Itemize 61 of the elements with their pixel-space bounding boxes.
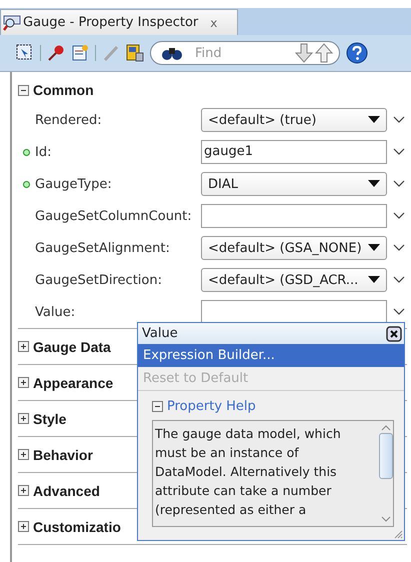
section-title[interactable]: Common [33,82,94,98]
dropdown-arrow-icon [368,116,380,124]
chevron-down-icon[interactable] [393,276,405,284]
section-title[interactable]: Advanced [33,482,100,498]
dropdown[interactable]: <default> (GSD_ACR... [201,268,387,292]
help-icon[interactable] [346,42,368,64]
pin-icon[interactable] [47,44,65,62]
expander[interactable] [152,401,163,412]
select-icon[interactable] [16,44,34,62]
dropdown[interactable]: DIAL [201,172,387,196]
close-icon[interactable] [386,326,402,342]
section-title[interactable]: Behavior [33,446,93,462]
arrow-up-icon[interactable] [315,43,333,63]
save-icon[interactable] [126,44,144,62]
expander[interactable] [18,377,29,388]
scroll-up-icon[interactable] [381,425,391,431]
property-label: GaugeType: [35,176,113,192]
tab-title: Gauge - Property Inspector [23,15,198,30]
resize-grip-icon[interactable] [393,529,403,539]
popup-title: Value [142,326,178,341]
binoculars-icon [161,45,183,61]
section-title[interactable]: Appearance [33,374,114,390]
expander[interactable] [18,485,29,496]
menu-item[interactable]: Expression Builder... [138,344,404,367]
dropdown-arrow-icon [368,180,380,188]
panel-tab[interactable]: Gauge - Property Inspector x [0,9,238,35]
property-label: Rendered: [35,112,103,128]
scroll-down-icon[interactable] [381,516,391,522]
property-label: GaugeSetAlignment: [35,240,171,256]
property-label: GaugeSetDirection: [35,272,163,288]
section-title[interactable]: Gauge Data [33,338,111,354]
help-text: The gauge data model, which must be an instance of DataModel. Alternatively this attribute can take a number (represented as either a [154,425,342,519]
text-field[interactable] [201,300,387,324]
property-label: Value: [35,304,76,320]
magnifier-icon [3,14,21,30]
dropdown-arrow-icon [368,276,380,284]
arrow-down-icon[interactable] [295,43,313,63]
expander[interactable] [18,84,29,96]
expander[interactable] [18,449,29,460]
help-title[interactable]: Property Help [167,399,256,414]
expander[interactable] [18,341,29,352]
dropdown[interactable]: <default> (GSA_NONE) [201,236,387,260]
chevron-down-icon[interactable] [393,308,405,316]
property-label: Id: [35,144,52,160]
dropdown[interactable]: <default> (true) [201,108,387,132]
chevron-down-icon[interactable] [393,212,405,220]
expander[interactable] [18,521,29,532]
property-label: GaugeSetColumnCount: [35,208,193,224]
search-field[interactable]: Find [150,41,340,65]
document-edit-icon[interactable] [71,44,89,62]
expander[interactable] [18,413,29,424]
chevron-down-icon[interactable] [393,180,405,188]
text-field[interactable]: gauge1 [201,140,387,164]
chevron-down-icon[interactable] [393,116,405,124]
chevron-down-icon[interactable] [393,244,405,252]
section-title[interactable]: Style [33,410,66,426]
chevron-down-icon[interactable] [393,148,405,156]
dropdown-arrow-icon [368,244,380,252]
text-field[interactable] [201,204,387,228]
close-tab-button[interactable]: x [210,16,218,30]
section-title[interactable]: Customizatio [33,518,121,534]
